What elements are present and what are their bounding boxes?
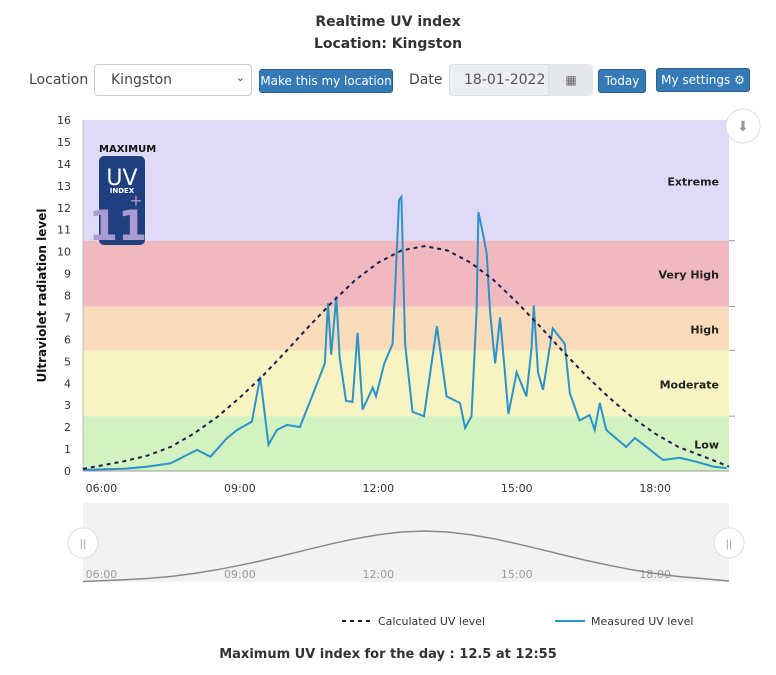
y-tick-label: 7 bbox=[64, 311, 71, 324]
y-tick-label: 4 bbox=[64, 377, 71, 390]
y-tick-label: 9 bbox=[64, 268, 71, 281]
x-tick-label: 15:00 bbox=[501, 482, 533, 495]
y-tick-label: 11 bbox=[57, 224, 71, 237]
y-tick-label: 16 bbox=[57, 114, 71, 127]
navigator-tick-label: 12:00 bbox=[362, 568, 394, 581]
band-label: Very High bbox=[659, 269, 719, 282]
y-tick-label: 12 bbox=[57, 202, 71, 215]
logo-plus: + bbox=[129, 191, 142, 210]
x-tick-label: 06:00 bbox=[86, 482, 118, 495]
y-tick-label: 8 bbox=[64, 290, 71, 303]
navigator-tick-label: 15:00 bbox=[501, 568, 533, 581]
x-tick-label: 09:00 bbox=[224, 482, 256, 495]
y-tick-label: 0 bbox=[64, 465, 71, 478]
max-uv-summary: Maximum UV index for the day : 12.5 at 1… bbox=[219, 647, 557, 662]
navigator-tick-label: 06:00 bbox=[86, 568, 118, 581]
legend-measured-label[interactable]: Measured UV level bbox=[591, 615, 693, 628]
download-icon: ⬇ bbox=[737, 119, 749, 135]
band-label: Moderate bbox=[660, 378, 719, 391]
uv-chart: LowModerateHighVery HighExtreme012345678… bbox=[35, 108, 761, 628]
grip-icon: || bbox=[726, 539, 733, 550]
y-tick-label: 1 bbox=[64, 443, 71, 456]
navigator-tick-label: 09:00 bbox=[224, 568, 256, 581]
legend-calculated-label[interactable]: Calculated UV level bbox=[378, 615, 485, 628]
band-label: Low bbox=[694, 439, 719, 452]
y-tick-label: 6 bbox=[64, 333, 71, 346]
y-tick-label: 15 bbox=[57, 136, 71, 149]
band-label: High bbox=[690, 323, 719, 336]
y-tick-label: 3 bbox=[64, 399, 71, 412]
logo-caption: MAXIMUM bbox=[99, 144, 156, 155]
y-tick-label: 13 bbox=[57, 180, 71, 193]
grip-icon: || bbox=[80, 539, 87, 550]
band-low bbox=[83, 416, 729, 471]
band-extreme bbox=[83, 120, 729, 241]
y-tick-label: 5 bbox=[64, 355, 71, 368]
x-tick-label: 12:00 bbox=[362, 482, 394, 495]
y-axis-title: Ultraviolet radiation level bbox=[35, 209, 49, 383]
y-tick-label: 14 bbox=[57, 158, 71, 171]
y-tick-label: 10 bbox=[57, 246, 71, 259]
band-label: Extreme bbox=[667, 175, 719, 188]
x-tick-label: 18:00 bbox=[639, 482, 671, 495]
y-tick-label: 2 bbox=[64, 421, 71, 434]
